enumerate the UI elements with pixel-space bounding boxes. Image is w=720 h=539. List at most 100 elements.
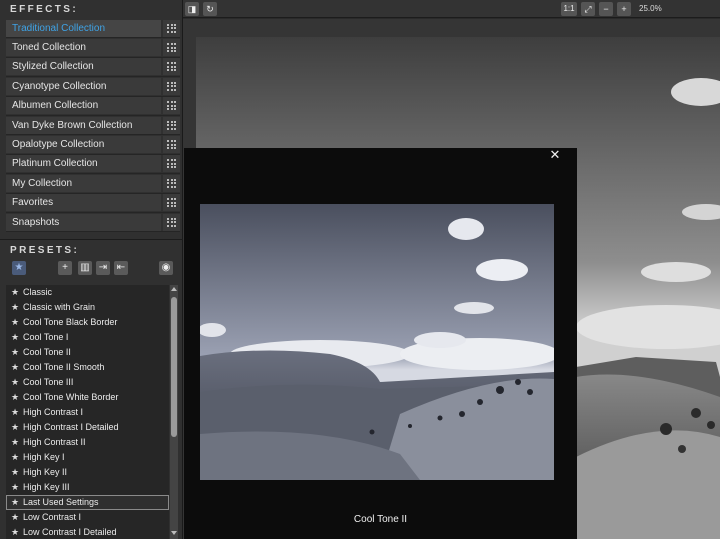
star-icon[interactable]: ★ — [11, 450, 23, 465]
preview-photo-image — [200, 204, 554, 480]
preset-item[interactable]: ★ High Contrast II — [6, 435, 169, 450]
grid-icon — [167, 217, 176, 227]
presets-list[interactable]: ★ Classic ★ Classic with Grain ★ Cool Tone Bl… — [6, 285, 169, 539]
grid-view-icon[interactable] — [163, 19, 180, 37]
grid-view-icon[interactable] — [163, 174, 180, 192]
effect-item[interactable]: Toned Collection — [6, 38, 180, 58]
preset-item-label: High Key II — [23, 467, 68, 477]
grid-icon — [167, 159, 176, 169]
preset-item[interactable]: ★ High Contrast I — [6, 405, 169, 420]
preset-item[interactable]: ★ Last Used Settings — [6, 495, 169, 510]
star-icon[interactable]: ★ — [11, 480, 23, 495]
grid-view-icon[interactable] — [163, 136, 180, 154]
actual-size-button[interactable]: 1:1 — [561, 2, 577, 16]
preset-item[interactable]: ★ High Contrast I Detailed — [6, 420, 169, 435]
effect-item[interactable]: Favorites — [6, 194, 180, 213]
refresh-icon[interactable]: ↻ — [203, 2, 217, 16]
presets-scrollbar[interactable] — [170, 285, 178, 539]
grid-view-icon[interactable] — [163, 155, 180, 173]
grid-icon — [167, 140, 176, 150]
star-icon[interactable]: ★ — [11, 390, 23, 405]
add-preset-icon[interactable]: + — [58, 261, 72, 275]
export-preset-icon[interactable]: ⇤ — [114, 261, 128, 275]
compare-view-icon[interactable]: ◨ — [185, 2, 199, 16]
star-icon[interactable]: ★ — [11, 300, 23, 315]
star-icon[interactable]: ★ — [11, 420, 23, 435]
grid-view-icon[interactable] — [163, 58, 180, 76]
effect-item-label[interactable]: Opalotype Collection — [6, 136, 161, 154]
effect-item[interactable]: Snapshots — [6, 213, 180, 233]
effect-item-label[interactable]: Traditional Collection — [6, 19, 161, 37]
grid-view-icon[interactable] — [163, 77, 180, 95]
star-icon[interactable]: ★ — [11, 315, 23, 330]
scrollbar-thumb[interactable] — [171, 297, 177, 437]
scroll-down-icon[interactable] — [171, 531, 177, 535]
zoom-out-icon[interactable]: − — [599, 2, 613, 16]
preset-item[interactable]: ★ Classic — [6, 285, 169, 300]
effect-item[interactable]: My Collection — [6, 174, 180, 194]
preset-item[interactable]: ★ Cool Tone I — [6, 330, 169, 345]
effect-item[interactable]: Opalotype Collection — [6, 135, 180, 155]
grid-view-icon[interactable] — [163, 97, 180, 115]
preset-item[interactable]: ★ Cool Tone III — [6, 375, 169, 390]
effects-title: EFFECTS: — [10, 4, 79, 15]
preset-item[interactable]: ★ Classic with Grain — [6, 300, 169, 315]
effect-item[interactable]: Van Dyke Brown Collection — [6, 116, 180, 136]
grid-view-icon[interactable] — [163, 213, 180, 231]
preset-item-label: Cool Tone III — [23, 377, 74, 387]
snapshot-camera-icon[interactable]: ◉ — [159, 261, 173, 275]
star-icon[interactable]: ★ — [11, 375, 23, 390]
effect-item-label[interactable]: Cyanotype Collection — [6, 77, 161, 95]
effect-item[interactable]: Cyanotype Collection — [6, 77, 180, 97]
grid-view-icon[interactable] — [163, 39, 180, 57]
effect-item[interactable]: Albumen Collection — [6, 97, 180, 116]
delete-preset-icon[interactable]: ▥ — [78, 261, 92, 275]
effect-item[interactable]: Platinum Collection — [6, 155, 180, 175]
effect-item-label[interactable]: Favorites — [6, 194, 161, 212]
effect-item[interactable]: Traditional Collection — [6, 19, 180, 39]
star-icon[interactable]: ★ — [11, 345, 23, 360]
effect-item-label[interactable]: Van Dyke Brown Collection — [6, 116, 161, 134]
presets-title: PRESETS: — [10, 245, 80, 256]
star-icon[interactable]: ★ — [11, 330, 23, 345]
effects-list: Traditional Collection Toned Collection St… — [6, 19, 180, 233]
star-icon[interactable]: ★ — [11, 285, 23, 300]
effect-item-label[interactable]: My Collection — [6, 174, 161, 192]
preset-item[interactable]: ★ Cool Tone Black Border — [6, 315, 169, 330]
preset-item-label: Cool Tone II Smooth — [23, 362, 105, 372]
preset-item[interactable]: ★ Cool Tone White Border — [6, 390, 169, 405]
preset-item[interactable]: ★ Cool Tone II — [6, 345, 169, 360]
star-icon[interactable]: ★ — [11, 510, 23, 525]
grid-view-icon[interactable] — [163, 116, 180, 134]
preset-item[interactable]: ★ High Key III — [6, 480, 169, 495]
preset-item-label: Cool Tone II — [23, 347, 71, 357]
import-preset-icon[interactable]: ⇥ — [96, 261, 110, 275]
effect-item[interactable]: Stylized Collection — [6, 58, 180, 78]
preset-item[interactable]: ★ High Key II — [6, 465, 169, 480]
preset-item[interactable]: ★ Cool Tone II Smooth — [6, 360, 169, 375]
star-icon[interactable]: ★ — [11, 495, 23, 510]
effect-item-label[interactable]: Platinum Collection — [6, 155, 161, 173]
effect-item-label[interactable]: Albumen Collection — [6, 97, 161, 115]
close-icon[interactable]: ✕ — [548, 148, 562, 162]
effect-item-label[interactable]: Toned Collection — [6, 39, 161, 57]
effect-item-label[interactable]: Snapshots — [6, 213, 161, 231]
zoom-in-icon[interactable]: + — [617, 2, 631, 16]
preset-item[interactable]: ★ Low Contrast I Detailed — [6, 525, 169, 539]
preset-item[interactable]: ★ Low Contrast I — [6, 510, 169, 525]
star-icon[interactable]: ★ — [11, 435, 23, 450]
preset-item-label: High Contrast I Detailed — [23, 422, 119, 432]
grid-icon — [167, 23, 176, 33]
preset-item-label: High Key III — [23, 482, 70, 492]
effect-item-label[interactable]: Stylized Collection — [6, 58, 161, 76]
scroll-up-icon[interactable] — [171, 287, 177, 291]
zoom-level: 25.0% — [639, 4, 662, 13]
preset-item[interactable]: ★ High Key I — [6, 450, 169, 465]
grid-view-icon[interactable] — [163, 194, 180, 212]
star-icon[interactable]: ★ — [11, 405, 23, 420]
star-icon[interactable]: ★ — [11, 465, 23, 480]
star-icon[interactable]: ★ — [11, 525, 23, 539]
fit-to-screen-icon[interactable]: ⤢ — [581, 2, 595, 16]
star-icon[interactable]: ★ — [11, 360, 23, 375]
favorite-star-icon[interactable]: ★ — [12, 261, 26, 275]
